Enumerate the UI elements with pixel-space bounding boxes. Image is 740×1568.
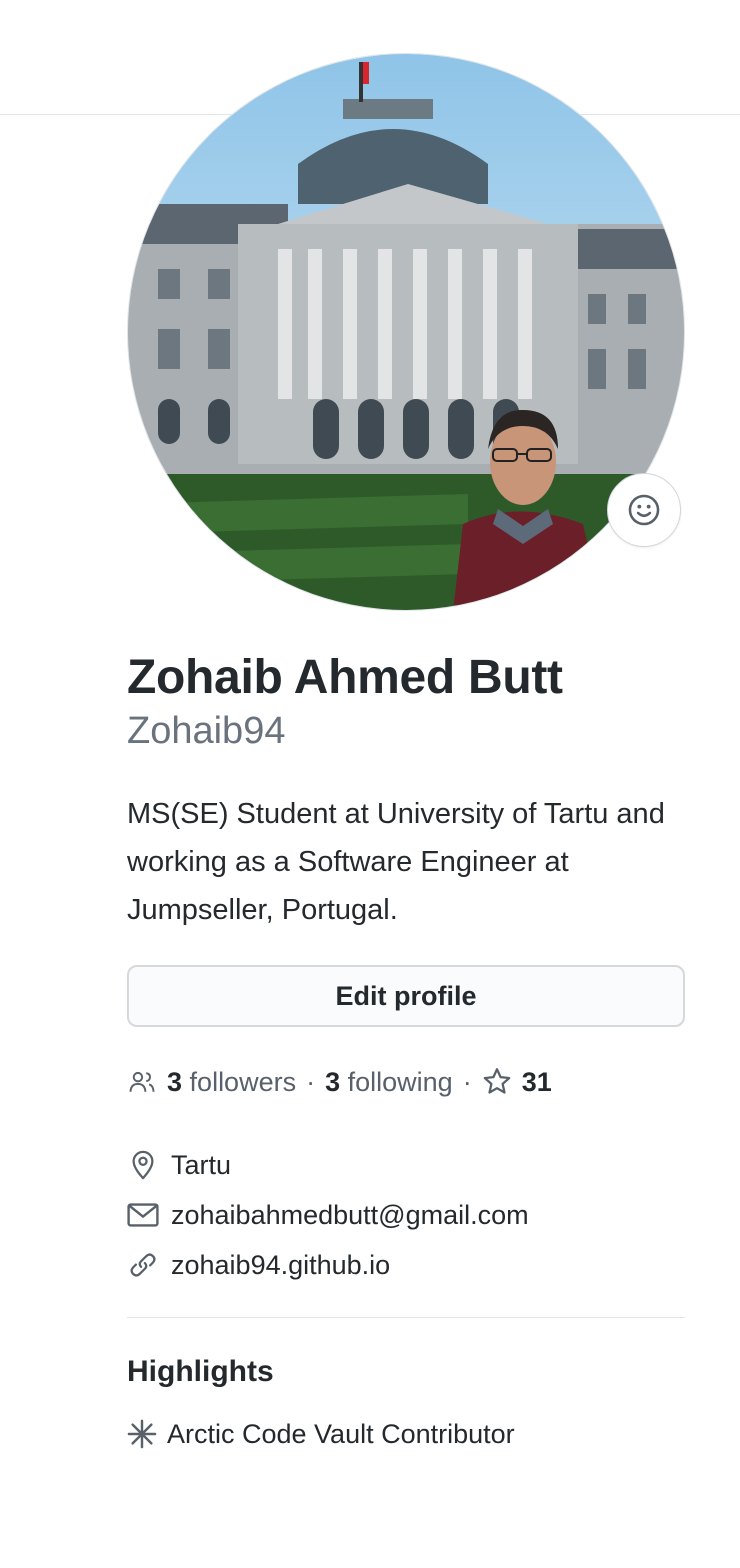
profile-username: Zohaib94 (127, 710, 286, 752)
highlights-title: Highlights (127, 1355, 274, 1388)
smiley-icon (628, 494, 660, 526)
website-item: zohaib94.github.io (127, 1240, 529, 1290)
profile-stats: 3 followers · 3 following · 31 (127, 1062, 552, 1102)
followers-label: followers (189, 1066, 297, 1097)
email-item: zohaibahmedbutt@gmail.com (127, 1190, 529, 1240)
followers-count: 3 (167, 1066, 183, 1097)
followers-link[interactable]: 3 followers (167, 1067, 296, 1098)
avatar-photo (128, 54, 684, 610)
location-item: Tartu (127, 1140, 529, 1190)
highlight-label: Arctic Code Vault Contributor (167, 1418, 515, 1449)
people-icon (129, 1071, 155, 1092)
stats-separator: · (306, 1066, 316, 1097)
asterisk-icon (127, 1418, 157, 1450)
following-count: 3 (325, 1066, 341, 1097)
link-icon (127, 1249, 159, 1281)
location-text: Tartu (171, 1149, 232, 1180)
stats-separator: · (462, 1066, 472, 1097)
location-icon (127, 1149, 159, 1181)
mail-icon (127, 1199, 159, 1231)
section-divider (127, 1317, 685, 1318)
edit-profile-button[interactable]: Edit profile (127, 965, 685, 1027)
email-link[interactable]: zohaibahmedbutt@gmail.com (171, 1200, 529, 1231)
profile-bio: MS(SE) Student at University of Tartu an… (127, 798, 665, 926)
set-status-button[interactable] (607, 473, 681, 547)
following-link[interactable]: 3 following (325, 1067, 453, 1098)
profile-avatar[interactable] (127, 53, 685, 611)
highlight-item[interactable]: Arctic Code Vault Contributor (127, 1418, 515, 1450)
stars-link[interactable]: 31 (482, 1067, 552, 1098)
star-icon (483, 1068, 511, 1094)
following-label: following (347, 1066, 453, 1097)
website-link[interactable]: zohaib94.github.io (171, 1250, 390, 1281)
stars-count: 31 (521, 1066, 552, 1097)
profile-full-name: Zohaib Ahmed Butt (127, 651, 563, 704)
profile-details: Tartu zohaibahmedbutt@gmail.com zohaib94… (127, 1140, 529, 1290)
